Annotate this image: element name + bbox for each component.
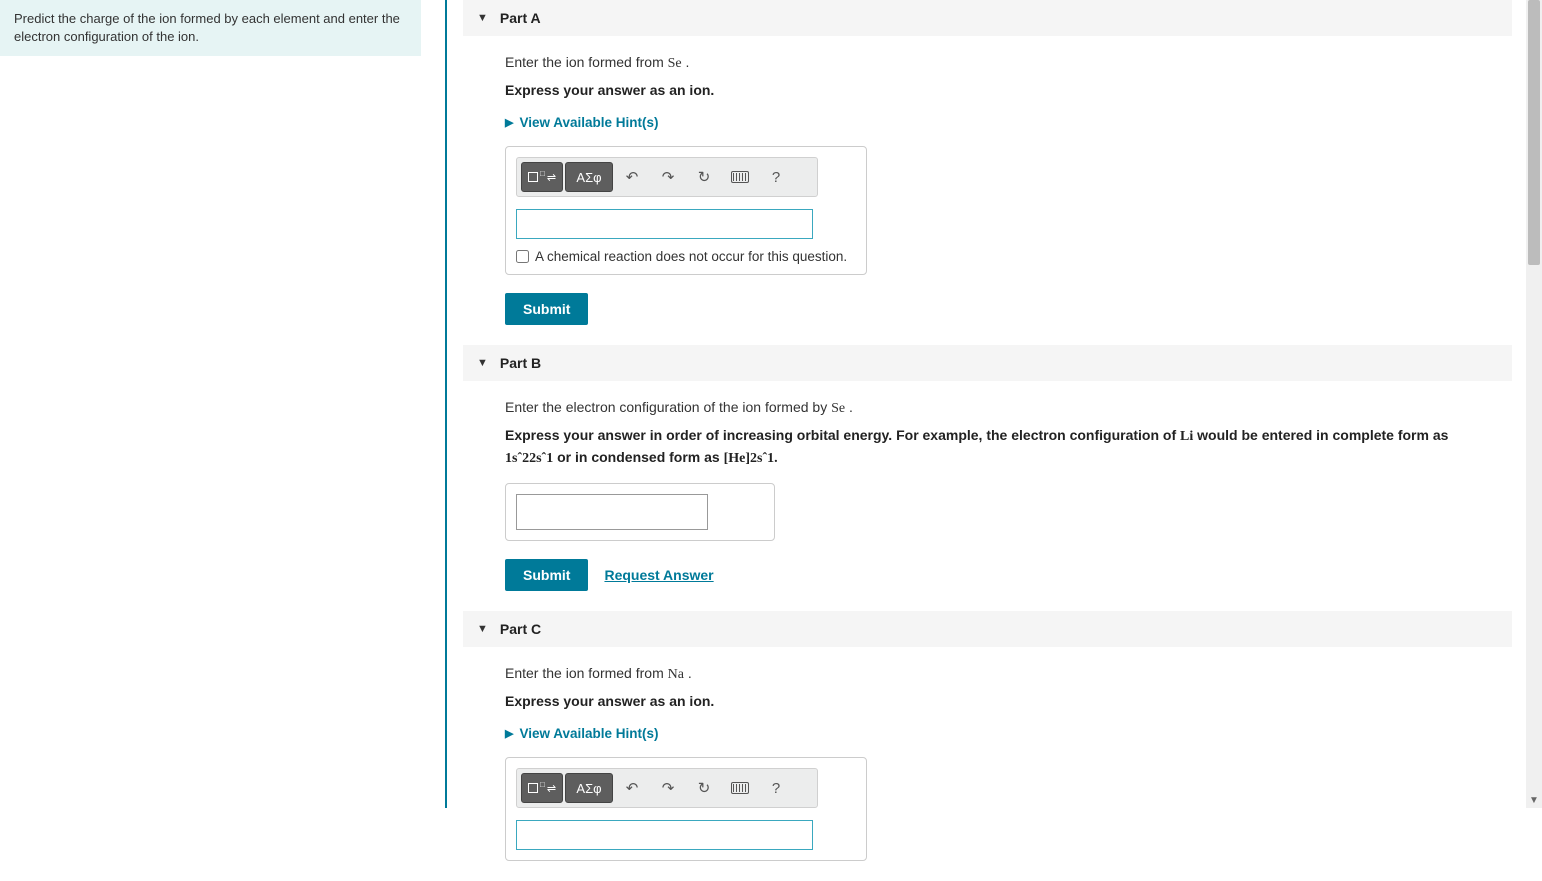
- part-a-prompt: Enter the ion formed from Se .: [505, 54, 1472, 72]
- part-c-prompt: Enter the ion formed from Na .: [505, 665, 1472, 683]
- checkbox-label: A chemical reaction does not occur for t…: [535, 249, 847, 264]
- reset-icon: ↻: [698, 168, 711, 186]
- keyboard-button[interactable]: [723, 162, 757, 192]
- part-c-toolbar: □⇌ ΑΣφ ↶ ↷ ↻ ?: [516, 768, 818, 808]
- part-b-answer-box: [505, 483, 775, 541]
- part-c-header[interactable]: ▼ Part C: [463, 611, 1512, 647]
- part-a-submit-button[interactable]: Submit: [505, 293, 588, 325]
- no-reaction-checkbox[interactable]: [516, 250, 529, 263]
- part-b-submit-button[interactable]: Submit: [505, 559, 588, 591]
- caret-right-icon: ▶: [505, 727, 513, 740]
- part-b-answer-input[interactable]: [516, 494, 708, 530]
- instruction-box: Predict the charge of the ion formed by …: [0, 0, 421, 56]
- part-a-hints-link[interactable]: ▶ View Available Hint(s): [505, 115, 1472, 130]
- template-button[interactable]: □⇌: [521, 773, 563, 803]
- template-icon: □⇌: [528, 782, 556, 795]
- help-button[interactable]: ?: [759, 162, 793, 192]
- part-a-body: Enter the ion formed from Se . Express y…: [475, 36, 1472, 345]
- instruction-text: Predict the charge of the ion formed by …: [14, 11, 400, 44]
- reset-button[interactable]: ↻: [687, 773, 721, 803]
- request-answer-link[interactable]: Request Answer: [604, 567, 713, 583]
- part-c-hints-link[interactable]: ▶ View Available Hint(s): [505, 726, 1472, 741]
- reset-button[interactable]: ↻: [687, 162, 721, 192]
- keyboard-button[interactable]: [723, 773, 757, 803]
- template-icon: □⇌: [528, 171, 556, 184]
- part-b-body: Enter the electron configuration of the …: [475, 381, 1472, 611]
- part-c-label: Part C: [500, 621, 541, 637]
- caret-down-icon: ▼: [477, 12, 488, 24]
- part-a-answer-box: □⇌ ΑΣφ ↶ ↷ ↻ ? A chemical reaction does …: [505, 146, 867, 275]
- help-icon: ?: [772, 780, 780, 797]
- hints-label: View Available Hint(s): [519, 115, 658, 130]
- part-b-header[interactable]: ▼ Part B: [463, 345, 1512, 381]
- keyboard-icon: [731, 171, 749, 183]
- greek-button[interactable]: ΑΣφ: [565, 162, 613, 192]
- part-c-answer-input[interactable]: [516, 820, 813, 850]
- part-a-toolbar: □⇌ ΑΣφ ↶ ↷ ↻ ?: [516, 157, 818, 197]
- undo-icon: ↶: [626, 779, 639, 797]
- greek-button[interactable]: ΑΣφ: [565, 773, 613, 803]
- part-b-label: Part B: [500, 355, 541, 371]
- redo-icon: ↷: [662, 779, 675, 797]
- part-c-body: Enter the ion formed from Na . Express y…: [475, 647, 1472, 881]
- caret-down-icon: ▼: [477, 623, 488, 635]
- caret-down-icon: ▼: [477, 357, 488, 369]
- redo-button[interactable]: ↷: [651, 162, 685, 192]
- part-c-answer-box: □⇌ ΑΣφ ↶ ↷ ↻ ?: [505, 757, 867, 861]
- undo-button[interactable]: ↶: [615, 162, 649, 192]
- hints-label: View Available Hint(s): [519, 726, 658, 741]
- undo-icon: ↶: [626, 168, 639, 186]
- right-panel: ▼ Part A Enter the ion formed from Se . …: [445, 0, 1542, 808]
- left-panel: Predict the charge of the ion formed by …: [0, 0, 445, 808]
- part-a-answer-input[interactable]: [516, 209, 813, 239]
- part-a-checkbox-row: A chemical reaction does not occur for t…: [516, 249, 856, 264]
- help-button[interactable]: ?: [759, 773, 793, 803]
- part-b-prompt: Enter the electron configuration of the …: [505, 399, 1472, 417]
- help-icon: ?: [772, 169, 780, 186]
- part-a-header[interactable]: ▼ Part A: [463, 0, 1512, 36]
- template-button[interactable]: □⇌: [521, 162, 563, 192]
- part-a-express: Express your answer as an ion.: [505, 80, 1472, 101]
- part-a-label: Part A: [500, 10, 541, 26]
- scroll-thumb[interactable]: [1528, 0, 1540, 265]
- keyboard-icon: [731, 782, 749, 794]
- scrollbar[interactable]: ▼: [1526, 0, 1542, 808]
- redo-button[interactable]: ↷: [651, 773, 685, 803]
- caret-right-icon: ▶: [505, 116, 513, 129]
- scroll-down-arrow-icon[interactable]: ▼: [1526, 792, 1542, 808]
- part-b-express: Express your answer in order of increasi…: [505, 425, 1472, 469]
- part-c-express: Express your answer as an ion.: [505, 691, 1472, 712]
- undo-button[interactable]: ↶: [615, 773, 649, 803]
- redo-icon: ↷: [662, 168, 675, 186]
- reset-icon: ↻: [698, 779, 711, 797]
